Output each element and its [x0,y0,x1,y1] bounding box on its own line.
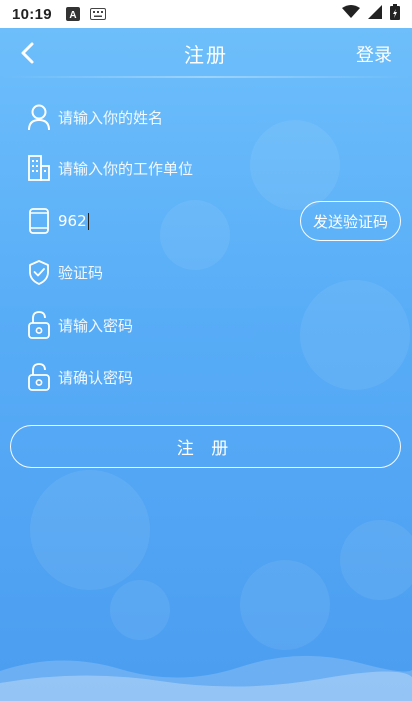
send-code-button[interactable]: 发送验证码 [300,201,401,241]
name-placeholder: 请输入你的姓名 [58,108,164,127]
header-divider [0,76,412,78]
status-bar: 10:19 A [0,0,412,28]
name-row: 请输入你的姓名 [26,97,396,137]
battery-icon [390,3,400,25]
svg-text:A: A [69,10,76,21]
signal-icon [368,4,382,24]
company-row: 请输入你的工作单位 [26,148,396,188]
password-placeholder: 请输入密码 [58,316,134,335]
phone-icon [26,206,52,236]
code-placeholder: 验证码 [58,263,104,282]
lock-icon [26,362,52,392]
a-box-icon: A [65,7,80,21]
wave-decoration [0,655,412,701]
confirm-password-input[interactable]: 请确认密码 [58,362,278,392]
lock-icon [26,310,52,340]
phone-input[interactable]: 962 [58,206,278,236]
confirm-password-row: 请确认密码 [26,357,396,397]
name-input[interactable]: 请输入你的姓名 [58,102,278,132]
shield-check-icon [26,257,52,287]
building-icon [26,153,52,183]
company-input[interactable]: 请输入你的工作单位 [58,153,278,183]
page-title: 注册 [184,42,228,67]
password-row: 请输入密码 [26,305,396,345]
company-placeholder: 请输入你的工作单位 [58,159,194,178]
keyboard-icon [89,8,106,20]
code-input[interactable]: 验证码 [58,257,278,287]
user-icon [26,102,52,132]
top-nav-bar: 注册 登录 [0,28,412,78]
chevron-left-icon[interactable] [16,40,42,66]
wifi-icon [342,4,360,24]
phone-value: 962 [58,212,87,230]
status-time: 10:19 [12,5,52,23]
register-button[interactable]: 注 册 [10,425,401,468]
login-link[interactable]: 登录 [356,41,392,67]
code-row: 验证码 [26,252,396,292]
password-input[interactable]: 请输入密码 [58,310,278,340]
text-cursor [87,212,89,230]
confirm-password-placeholder: 请确认密码 [58,368,134,387]
